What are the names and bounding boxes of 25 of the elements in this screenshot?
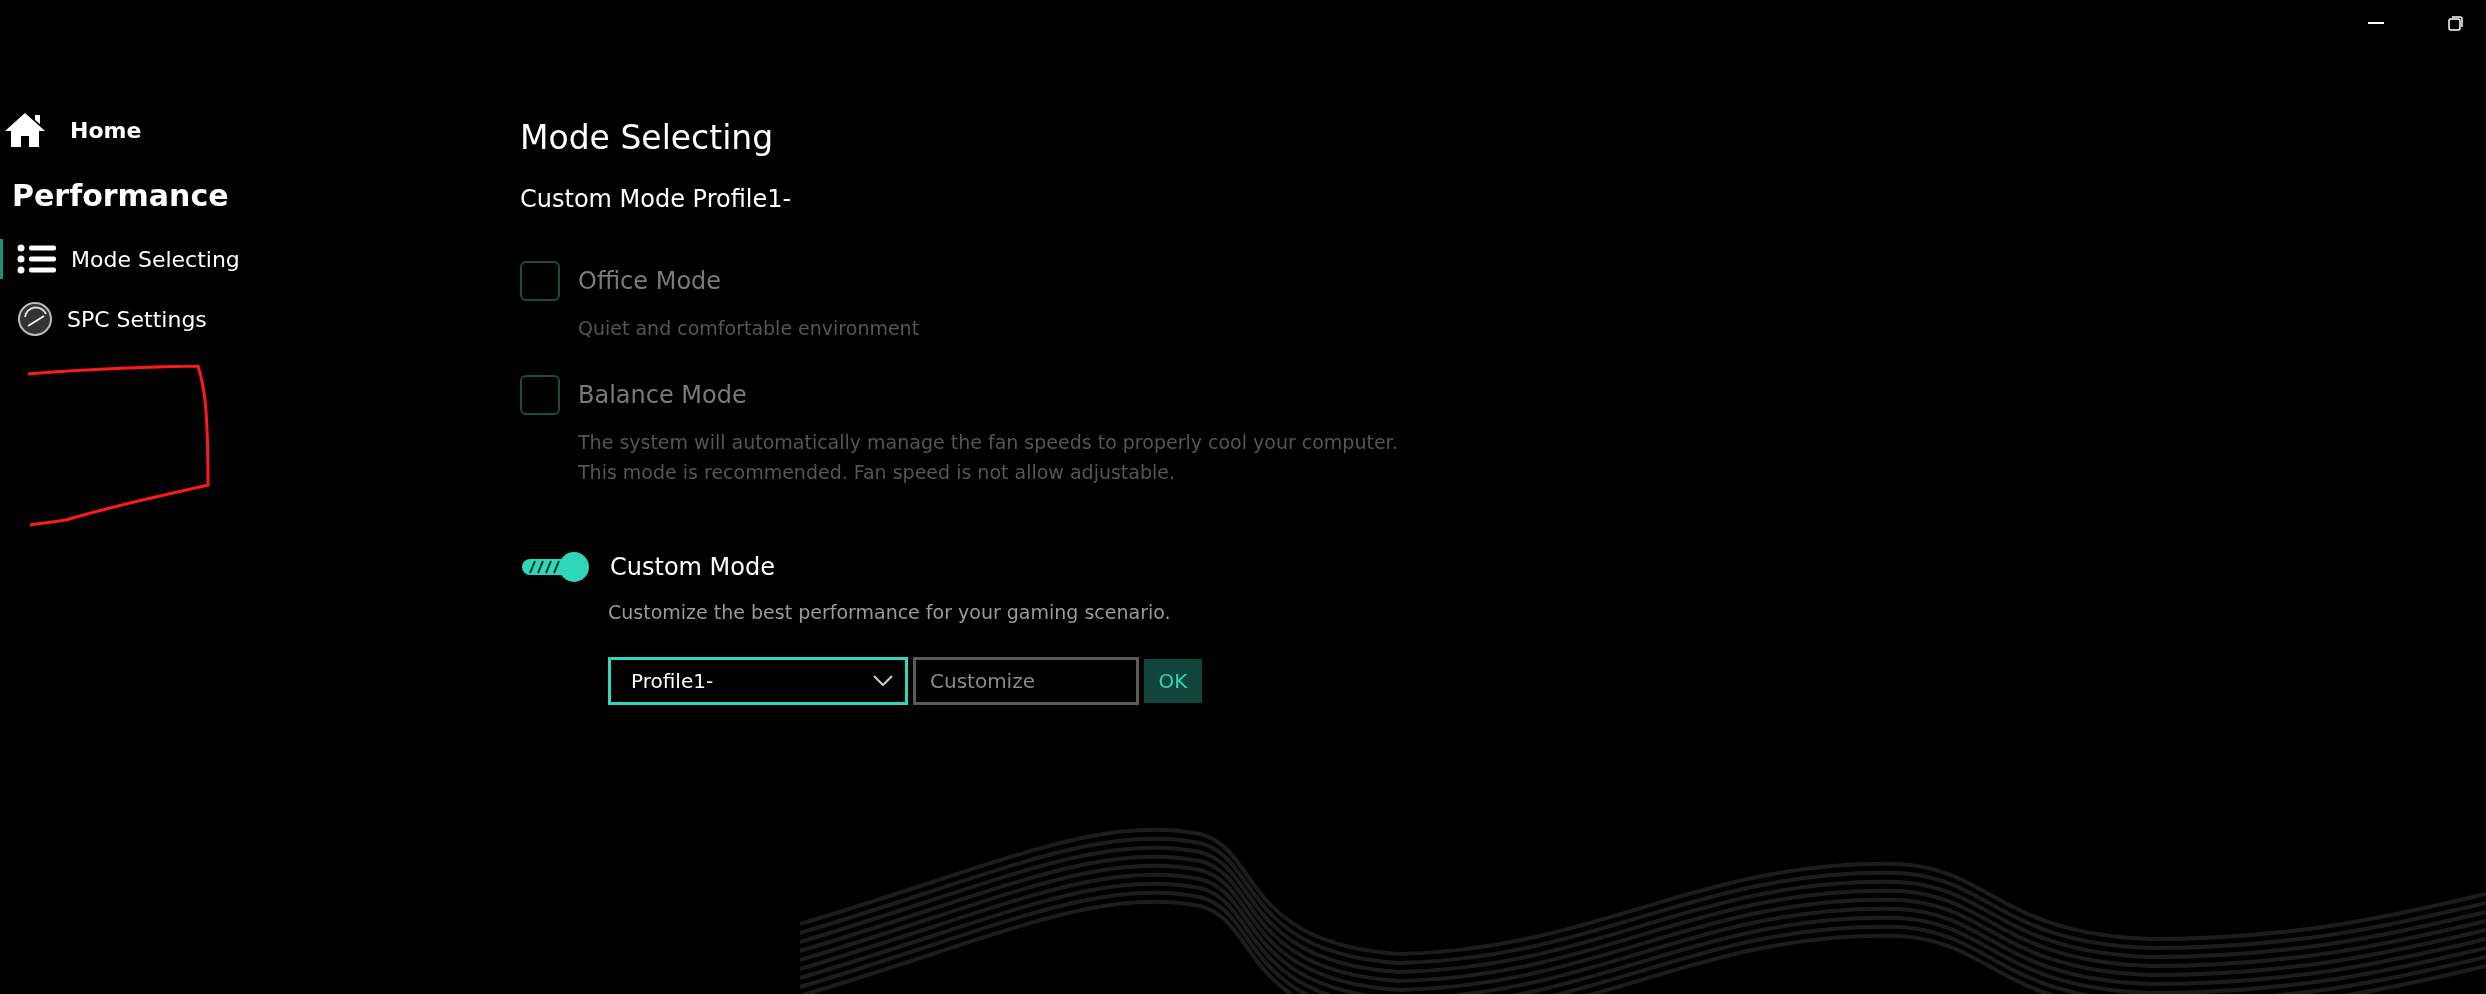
ok-button[interactable]: OK: [1144, 659, 1202, 703]
profile-subtitle: Custom Mode Profile1-: [520, 185, 793, 213]
sidebar-item[interactable]: Mode Selecting: [0, 239, 300, 279]
minimize-icon: [2368, 22, 2384, 24]
restore-icon: [2448, 15, 2464, 31]
mode-label: Custom Mode: [610, 553, 775, 581]
profile-name-field[interactable]: Customize: [913, 657, 1139, 705]
gauge-icon: [17, 301, 53, 337]
mode-label: Office Mode: [578, 267, 722, 295]
chevron-down-icon: [873, 675, 893, 687]
profile-dropdown[interactable]: Profile1-: [608, 657, 908, 705]
mode-description: Quiet and comfortable environment: [578, 316, 921, 341]
mode-checkbox[interactable]: [520, 375, 560, 415]
list-icon: [17, 244, 57, 274]
mode-description: This mode is recommended. Fan speed is not allow adjustable.: [578, 460, 1176, 485]
mode-description: Customize the best performance for your gaming scenario.: [608, 600, 1172, 625]
mode-toggle[interactable]: [520, 549, 592, 585]
home-icon: [4, 112, 46, 148]
mode-checkbox[interactable]: [520, 261, 560, 301]
home-link[interactable]: Home: [0, 112, 300, 148]
mode-description: The system will automatically manage the fan speeds to properly cool your computer.: [578, 430, 1399, 455]
mode-label: Balance Mode: [578, 381, 747, 409]
section-heading: Performance: [12, 178, 230, 213]
sidebar-item[interactable]: SPC Settings: [0, 299, 300, 339]
page-title: Mode Selecting: [520, 118, 775, 157]
